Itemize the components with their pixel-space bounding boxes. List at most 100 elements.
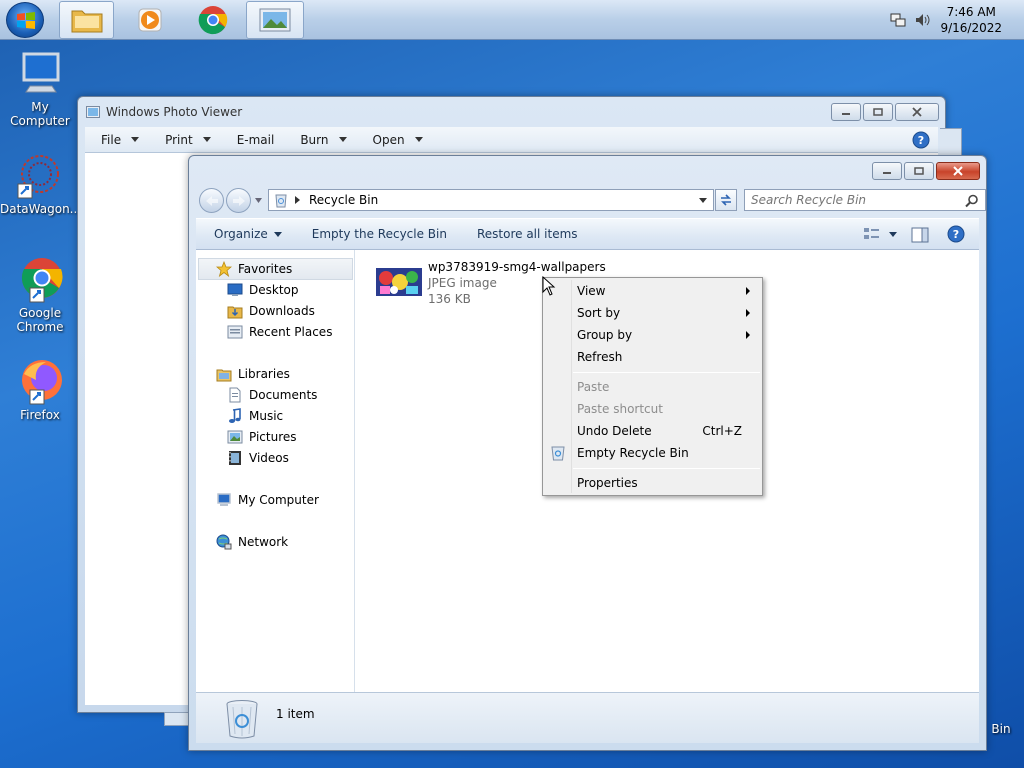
chevron-down-icon[interactable] xyxy=(699,198,707,203)
windows-logo-icon xyxy=(17,12,35,29)
folder-icon xyxy=(71,10,102,33)
chevron-right-icon[interactable] xyxy=(295,196,301,204)
ctx-label: Paste shortcut xyxy=(577,402,663,416)
address-bar[interactable]: Recycle Bin xyxy=(268,189,714,211)
media-player-icon xyxy=(138,8,161,32)
command-bar: Organize Empty the Recycle Bin Restore a… xyxy=(196,218,979,250)
nav-desktop[interactable]: Desktop xyxy=(227,282,299,298)
menu-print[interactable]: Print xyxy=(149,133,221,147)
ctx-label: Refresh xyxy=(577,350,623,364)
chrome-icon xyxy=(16,256,64,304)
taskbar-media-player[interactable] xyxy=(122,1,177,39)
organize-label: Organize xyxy=(214,227,268,241)
ctx-refresh[interactable]: Refresh xyxy=(545,346,760,368)
firefox-icon xyxy=(16,358,64,406)
chevron-down-icon xyxy=(414,137,423,142)
desktop-icon-firefox[interactable]: Firefox xyxy=(0,358,80,422)
ctx-view[interactable]: View xyxy=(545,280,760,302)
status-bar: 1 item xyxy=(196,692,979,743)
address-text: Recycle Bin xyxy=(309,193,379,207)
desktop-icon-label: DataWagon... xyxy=(0,202,82,216)
clock[interactable]: 7:46 AM 9/16/2022 xyxy=(940,4,1002,36)
arrow-left-icon xyxy=(206,196,218,206)
chevron-down-icon xyxy=(889,231,897,237)
search-box[interactable] xyxy=(744,189,986,211)
navigation-pane: Favorites Desktop Downloads Recent Place… xyxy=(196,250,355,692)
context-menu: View Sort by Group by Refresh Paste Past… xyxy=(542,277,763,496)
ctx-empty-recycle-bin[interactable]: Empty Recycle Bin xyxy=(545,442,760,464)
star-icon xyxy=(216,261,232,277)
maximize-button[interactable] xyxy=(904,162,934,180)
search-input[interactable] xyxy=(745,193,955,207)
refresh-button[interactable] xyxy=(715,189,737,211)
nav-pictures[interactable]: Pictures xyxy=(227,429,297,445)
nav-music[interactable]: Music xyxy=(227,408,283,424)
taskbar-file-explorer[interactable] xyxy=(59,1,114,39)
nav-label: Libraries xyxy=(238,367,290,381)
navigation-bar: Recycle Bin xyxy=(196,186,986,214)
nav-videos[interactable]: Videos xyxy=(227,450,289,466)
videos-icon xyxy=(229,451,241,465)
view-options-button[interactable] xyxy=(863,226,897,242)
ctx-group-by[interactable]: Group by xyxy=(545,324,760,346)
recent-places-icon xyxy=(227,325,243,339)
file-item[interactable]: wp3783919-smg4-wallpapers JPEG image 136… xyxy=(370,258,606,306)
nav-my-computer[interactable]: My Computer xyxy=(216,492,319,508)
taskbar-photo-viewer[interactable] xyxy=(246,1,304,39)
nav-downloads[interactable]: Downloads xyxy=(227,303,315,319)
menu-email[interactable]: E-mail xyxy=(221,133,285,147)
libraries-icon xyxy=(216,369,232,382)
file-type: JPEG image xyxy=(428,276,497,290)
start-button[interactable] xyxy=(6,2,44,38)
ctx-label: View xyxy=(577,284,606,298)
desktop-icon-google-chrome[interactable]: Google Chrome xyxy=(0,256,80,334)
preview-pane-icon[interactable] xyxy=(911,227,929,243)
ctx-sort-by[interactable]: Sort by xyxy=(545,302,760,324)
minimize-button[interactable] xyxy=(831,103,861,121)
ctx-label: Empty Recycle Bin xyxy=(577,446,689,460)
chevron-down-icon[interactable] xyxy=(255,198,262,203)
menu-burn[interactable]: Burn xyxy=(284,133,356,147)
restore-all-items-button[interactable]: Restore all items xyxy=(462,227,593,241)
forward-button[interactable] xyxy=(226,188,251,213)
menu-file[interactable]: File xyxy=(85,133,149,147)
desktop-icon-label: Bin xyxy=(991,722,1011,736)
back-button[interactable] xyxy=(199,188,224,213)
ctx-properties[interactable]: Properties xyxy=(545,472,760,494)
desktop-icon-label: Google Chrome xyxy=(16,306,64,334)
organize-button[interactable]: Organize xyxy=(196,227,297,241)
photo-viewer-caption-buttons xyxy=(831,103,939,121)
chevron-down-icon xyxy=(273,231,282,237)
maximize-icon xyxy=(914,167,924,175)
nav-favorites[interactable]: Favorites xyxy=(216,261,292,277)
taskbar-chrome[interactable] xyxy=(185,1,240,39)
network-icon[interactable] xyxy=(890,12,906,28)
recycle-bin-icon xyxy=(275,194,287,208)
nav-documents[interactable]: Documents xyxy=(227,387,317,403)
maximize-button[interactable] xyxy=(863,103,893,121)
search-icon[interactable] xyxy=(965,194,979,208)
ctx-paste-shortcut[interactable]: Paste shortcut xyxy=(545,398,760,420)
pictures-icon xyxy=(227,430,243,444)
nav-label: Videos xyxy=(249,451,289,465)
minimize-button[interactable] xyxy=(872,162,902,180)
desktop-icon-datawagon[interactable]: DataWagon... xyxy=(0,152,82,216)
nav-recent-places[interactable]: Recent Places xyxy=(227,324,332,340)
nav-network[interactable]: Network xyxy=(216,534,288,550)
ctx-label: Paste xyxy=(577,380,610,394)
help-icon[interactable]: ? xyxy=(912,131,930,149)
ctx-label: Group by xyxy=(577,328,633,342)
nav-libraries[interactable]: Libraries xyxy=(216,366,290,382)
ctx-undo-delete[interactable]: Undo Delete Ctrl+Z xyxy=(545,420,760,442)
close-button[interactable] xyxy=(936,162,980,180)
empty-recycle-bin-button[interactable]: Empty the Recycle Bin xyxy=(297,227,462,241)
desktop-icon-label: Firefox xyxy=(20,408,60,422)
menu-open[interactable]: Open xyxy=(357,133,433,147)
volume-icon[interactable] xyxy=(914,12,930,28)
ctx-paste[interactable]: Paste xyxy=(545,376,760,398)
close-icon xyxy=(953,166,963,176)
close-button[interactable] xyxy=(895,103,939,121)
desktop-icon-my-computer[interactable]: My Computer xyxy=(0,50,80,128)
chevron-down-icon xyxy=(202,137,211,142)
help-icon[interactable]: ? xyxy=(947,225,965,243)
